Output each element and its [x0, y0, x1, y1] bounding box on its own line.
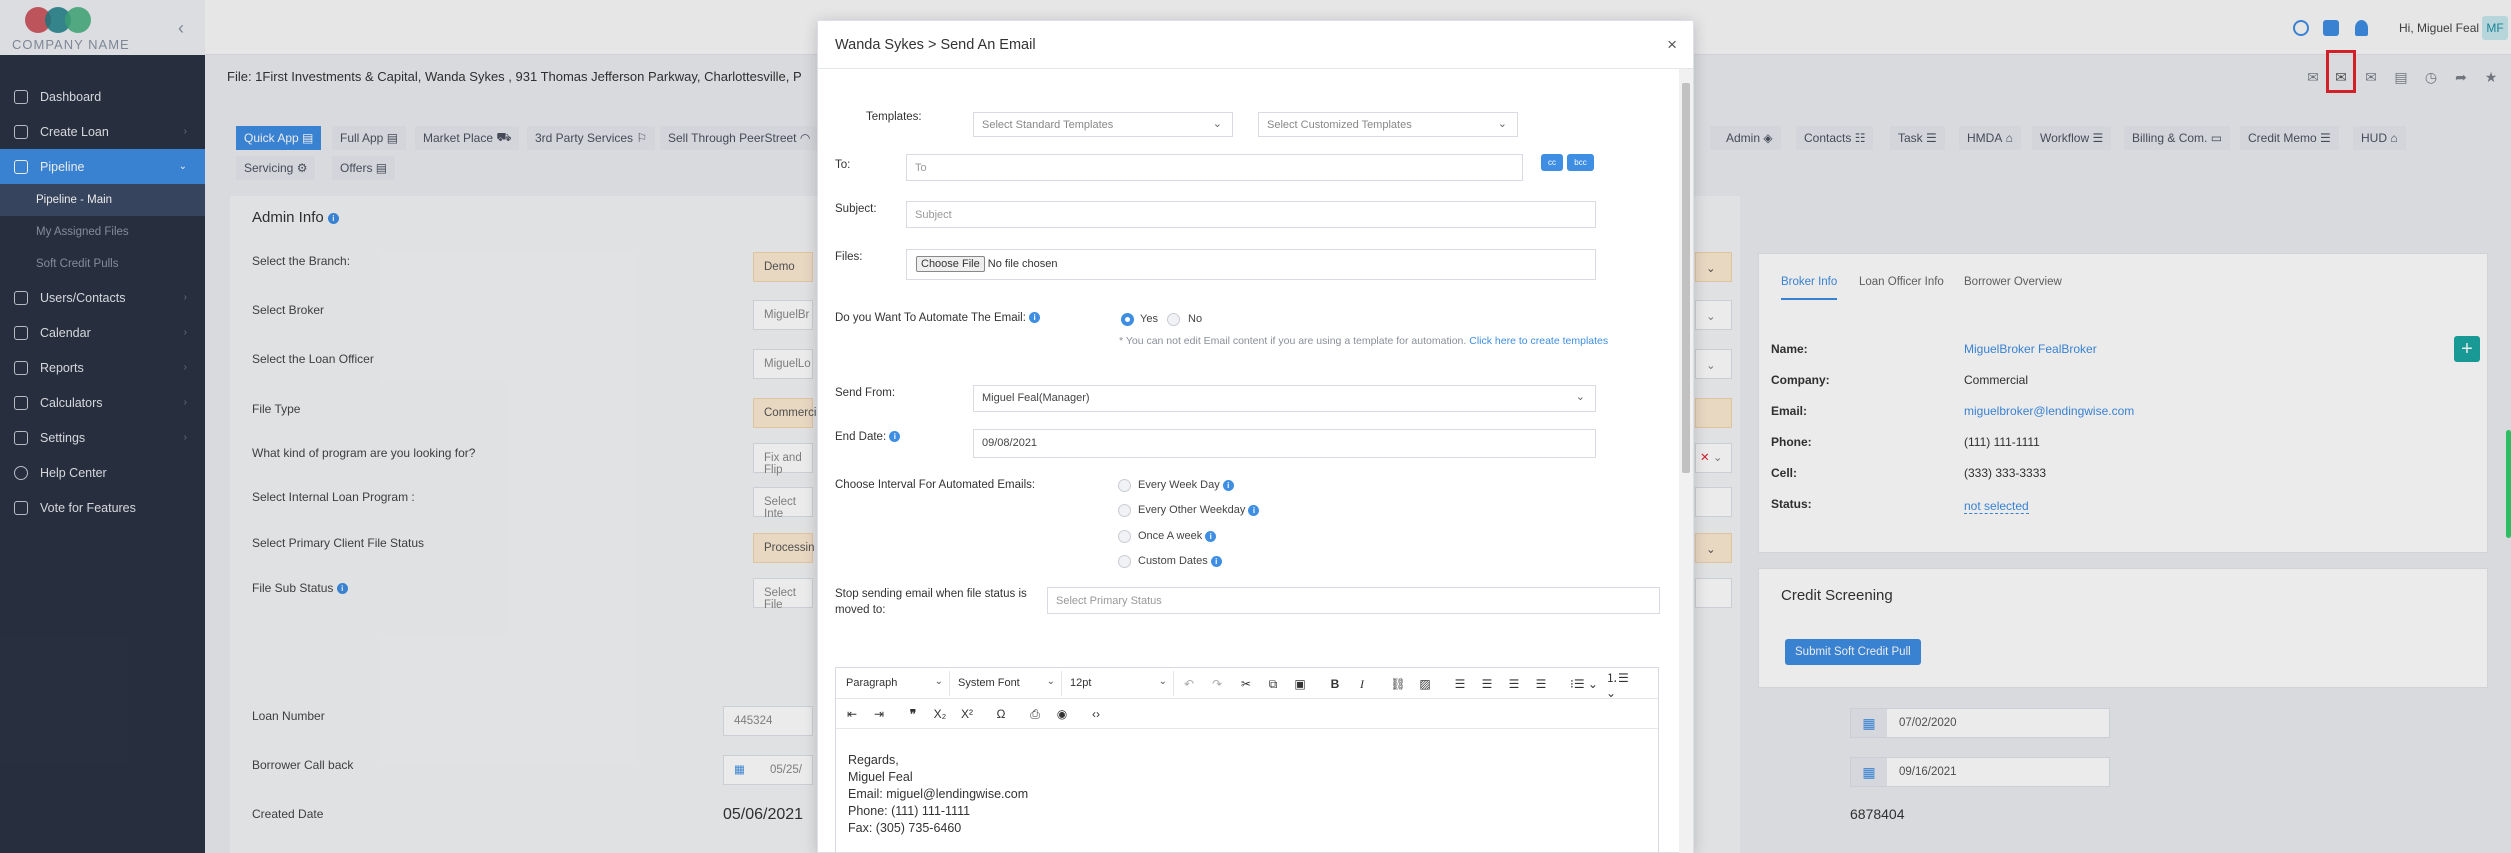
stop-sending-label: Stop sending email when file status is m… [835, 588, 1027, 616]
close-icon[interactable]: × [1667, 35, 1677, 55]
chevron-down-icon: ⌄ [1575, 391, 1585, 403]
chevron-down-icon: ⌄ [1212, 118, 1222, 130]
customized-templates-select[interactable]: Select Customized Templates ⌄ [1258, 112, 1518, 137]
create-templates-link[interactable]: Click here to create templates [1469, 335, 1608, 347]
source-code-icon[interactable]: ‹› [1086, 704, 1106, 724]
email-editor: Paragraph ⌄ System Font ⌄ 12pt ⌄ ↶ ↷ ✂ ⧉ ▣ … [835, 667, 1659, 853]
automate-no-radio[interactable] [1167, 313, 1180, 326]
chevron-down-icon: ⌄ [934, 676, 943, 687]
info-icon[interactable]: i [1222, 479, 1234, 491]
end-date-label: End Date: i [835, 431, 901, 443]
print-icon[interactable]: ⎙ [1025, 704, 1045, 724]
align-left-icon[interactable]: ☰ [1450, 674, 1470, 694]
automate-yes-radio[interactable] [1121, 313, 1134, 326]
undo-icon[interactable]: ↶ [1179, 674, 1199, 694]
automate-note: * You can not edit Email content if you … [1119, 335, 1609, 347]
file-input[interactable]: Choose File No file chosen [906, 249, 1596, 280]
info-icon[interactable]: i [1248, 504, 1260, 516]
interval-radio[interactable] [1118, 530, 1131, 543]
interval-option: Every Other Weekday i [1138, 504, 1260, 516]
superscript-icon[interactable]: X² [957, 704, 977, 724]
interval-radio[interactable] [1118, 555, 1131, 568]
interval-label: Choose Interval For Automated Emails: [835, 479, 1036, 491]
cc-button[interactable]: cc [1541, 154, 1563, 171]
to-label: To: [835, 159, 851, 171]
special-character-icon[interactable]: Ω [991, 704, 1011, 724]
paste-icon[interactable]: ▣ [1290, 674, 1310, 694]
no-file-text: No file chosen [987, 258, 1058, 270]
automate-yes-label: Yes [1140, 313, 1158, 325]
redo-icon[interactable]: ↷ [1207, 674, 1227, 694]
copy-icon[interactable]: ⧉ [1263, 674, 1283, 694]
font-family-select[interactable]: System Font ⌄ [952, 671, 1062, 696]
editor-line: Email: miguel@lendingwise.com [848, 787, 1029, 801]
editor-toolbar-row-2: ⇤ ⇥ ❞ X₂ X² Ω ⎙ ◉ ‹› [836, 699, 1658, 729]
send-from-label: Send From: [835, 387, 896, 399]
subscript-icon[interactable]: X₂ [930, 704, 950, 724]
automate-label: Do you Want To Automate The Email: i [835, 312, 1041, 324]
bullet-list-icon[interactable]: ⁝☰ ⌄ [1567, 674, 1601, 694]
interval-option: Every Week Day i [1138, 479, 1234, 491]
italic-icon[interactable]: I [1352, 674, 1372, 694]
info-icon[interactable]: i [889, 431, 901, 443]
modal-body: Templates: Select Standard Templates ⌄ Se… [818, 69, 1678, 853]
subject-label: Subject: [835, 203, 877, 215]
info-icon[interactable]: i [1210, 555, 1222, 567]
chevron-down-icon: ⌄ [1046, 676, 1055, 687]
bcc-button[interactable]: bcc [1567, 154, 1594, 171]
end-date-input[interactable]: 09/08/2021 [973, 429, 1596, 458]
chevron-down-icon: ⌄ [1497, 118, 1507, 130]
editor-line: Phone: (111) 111-1111 [848, 804, 971, 818]
align-justify-icon[interactable]: ☰ [1531, 674, 1551, 694]
block-format-select[interactable]: Paragraph ⌄ [840, 671, 950, 696]
blockquote-icon[interactable]: ❞ [903, 704, 923, 724]
scrollbar-thumb[interactable] [1682, 83, 1690, 473]
editor-line: Fax: (305) 735-6460 [848, 821, 962, 835]
interval-option: Custom Dates i [1138, 555, 1222, 567]
primary-status-select[interactable]: Select Primary Status [1047, 587, 1660, 614]
modal-title: Wanda Sykes > Send An Email [835, 37, 1036, 53]
link-icon[interactable]: ⛓ [1388, 674, 1408, 694]
editor-content[interactable]: Regards, Miguel Feal Email: miguel@lendi… [848, 752, 1028, 837]
choose-file-button[interactable]: Choose File [916, 256, 985, 272]
modal-header: Wanda Sykes > Send An Email × [818, 21, 1693, 69]
image-icon[interactable]: ▨ [1415, 674, 1435, 694]
templates-label: Templates: [866, 111, 922, 123]
numbered-list-icon[interactable]: ⒈☰ ⌄ [1606, 671, 1640, 700]
interval-radio[interactable] [1118, 479, 1131, 492]
align-right-icon[interactable]: ☰ [1504, 674, 1524, 694]
interval-radio[interactable] [1118, 504, 1131, 517]
send-from-select[interactable]: Miguel Feal(Manager) ⌄ [973, 385, 1596, 412]
font-size-select[interactable]: 12pt ⌄ [1064, 671, 1174, 696]
bold-icon[interactable]: B [1325, 674, 1345, 694]
cut-icon[interactable]: ✂ [1236, 674, 1256, 694]
interval-option: Once A week i [1138, 530, 1217, 542]
files-label: Files: [835, 251, 863, 263]
standard-templates-select[interactable]: Select Standard Templates ⌄ [973, 112, 1233, 137]
modal-scrollbar[interactable] [1679, 69, 1693, 853]
editor-line: Miguel Feal [848, 770, 913, 784]
to-input[interactable]: To [906, 154, 1523, 181]
preview-icon[interactable]: ◉ [1052, 704, 1072, 724]
outdent-icon[interactable]: ⇤ [842, 704, 862, 724]
indent-icon[interactable]: ⇥ [869, 704, 889, 724]
info-icon[interactable]: i [1029, 312, 1041, 324]
automate-no-label: No [1188, 313, 1203, 325]
send-email-modal: Wanda Sykes > Send An Email × Templates:… [817, 20, 1694, 853]
info-icon[interactable]: i [1205, 530, 1217, 542]
editor-line: Regards, [848, 753, 899, 767]
subject-input[interactable]: Subject [906, 201, 1596, 228]
chevron-down-icon: ⌄ [1158, 676, 1167, 687]
align-center-icon[interactable]: ☰ [1477, 674, 1497, 694]
editor-toolbar: Paragraph ⌄ System Font ⌄ 12pt ⌄ ↶ ↷ ✂ ⧉ ▣ … [836, 668, 1658, 700]
